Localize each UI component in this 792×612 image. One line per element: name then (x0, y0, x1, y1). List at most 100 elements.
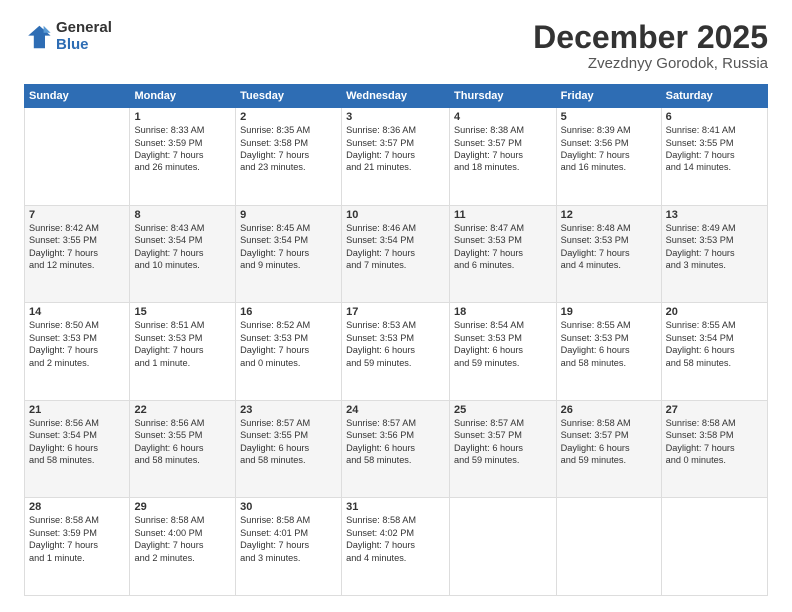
calendar-cell: 20Sunrise: 8:55 AMSunset: 3:54 PMDayligh… (661, 303, 767, 401)
calendar-cell: 23Sunrise: 8:57 AMSunset: 3:55 PMDayligh… (236, 400, 342, 498)
day-info: Sunrise: 8:48 AMSunset: 3:53 PMDaylight:… (561, 222, 657, 272)
day-info: Sunrise: 8:58 AMSunset: 4:02 PMDaylight:… (346, 514, 445, 564)
day-number: 19 (561, 306, 657, 318)
day-info: Sunrise: 8:41 AMSunset: 3:55 PMDaylight:… (666, 124, 763, 174)
day-info: Sunrise: 8:39 AMSunset: 3:56 PMDaylight:… (561, 124, 657, 174)
calendar-cell: 27Sunrise: 8:58 AMSunset: 3:58 PMDayligh… (661, 400, 767, 498)
day-info: Sunrise: 8:55 AMSunset: 3:54 PMDaylight:… (666, 319, 763, 369)
day-number: 10 (346, 209, 445, 221)
day-info: Sunrise: 8:53 AMSunset: 3:53 PMDaylight:… (346, 319, 445, 369)
calendar-cell: 14Sunrise: 8:50 AMSunset: 3:53 PMDayligh… (25, 303, 130, 401)
day-info: Sunrise: 8:55 AMSunset: 3:53 PMDaylight:… (561, 319, 657, 369)
logo-blue: Blue (56, 37, 112, 54)
day-info: Sunrise: 8:35 AMSunset: 3:58 PMDaylight:… (240, 124, 337, 174)
calendar-cell: 10Sunrise: 8:46 AMSunset: 3:54 PMDayligh… (342, 205, 450, 303)
calendar-cell: 4Sunrise: 8:38 AMSunset: 3:57 PMDaylight… (450, 108, 557, 206)
calendar-cell: 18Sunrise: 8:54 AMSunset: 3:53 PMDayligh… (450, 303, 557, 401)
calendar-cell: 25Sunrise: 8:57 AMSunset: 3:57 PMDayligh… (450, 400, 557, 498)
day-info: Sunrise: 8:57 AMSunset: 3:55 PMDaylight:… (240, 417, 337, 467)
day-number: 27 (666, 404, 763, 416)
calendar-cell: 5Sunrise: 8:39 AMSunset: 3:56 PMDaylight… (556, 108, 661, 206)
day-info: Sunrise: 8:58 AMSunset: 3:58 PMDaylight:… (666, 417, 763, 467)
day-info: Sunrise: 8:58 AMSunset: 3:59 PMDaylight:… (29, 514, 125, 564)
calendar-week-2: 7Sunrise: 8:42 AMSunset: 3:55 PMDaylight… (25, 205, 768, 303)
day-number: 1 (134, 111, 231, 123)
day-info: Sunrise: 8:47 AMSunset: 3:53 PMDaylight:… (454, 222, 552, 272)
day-info: Sunrise: 8:46 AMSunset: 3:54 PMDaylight:… (346, 222, 445, 272)
calendar-cell: 3Sunrise: 8:36 AMSunset: 3:57 PMDaylight… (342, 108, 450, 206)
calendar-cell: 17Sunrise: 8:53 AMSunset: 3:53 PMDayligh… (342, 303, 450, 401)
calendar-cell: 28Sunrise: 8:58 AMSunset: 3:59 PMDayligh… (25, 498, 130, 596)
day-number: 2 (240, 111, 337, 123)
logo-icon (24, 23, 52, 51)
calendar-cell: 21Sunrise: 8:56 AMSunset: 3:54 PMDayligh… (25, 400, 130, 498)
day-number: 22 (134, 404, 231, 416)
calendar-cell: 19Sunrise: 8:55 AMSunset: 3:53 PMDayligh… (556, 303, 661, 401)
calendar-cell: 30Sunrise: 8:58 AMSunset: 4:01 PMDayligh… (236, 498, 342, 596)
location-title: Zvezdnyy Gorodok, Russia (533, 55, 768, 72)
day-number: 23 (240, 404, 337, 416)
calendar-cell: 26Sunrise: 8:58 AMSunset: 3:57 PMDayligh… (556, 400, 661, 498)
day-info: Sunrise: 8:51 AMSunset: 3:53 PMDaylight:… (134, 319, 231, 369)
day-info: Sunrise: 8:43 AMSunset: 3:54 PMDaylight:… (134, 222, 231, 272)
calendar-table: SundayMondayTuesdayWednesdayThursdayFrid… (24, 84, 768, 596)
page: General Blue December 2025 Zvezdnyy Goro… (0, 0, 792, 612)
day-number: 14 (29, 306, 125, 318)
calendar-week-5: 28Sunrise: 8:58 AMSunset: 3:59 PMDayligh… (25, 498, 768, 596)
column-header-friday: Friday (556, 85, 661, 108)
day-info: Sunrise: 8:50 AMSunset: 3:53 PMDaylight:… (29, 319, 125, 369)
day-number: 6 (666, 111, 763, 123)
column-header-wednesday: Wednesday (342, 85, 450, 108)
day-number: 20 (666, 306, 763, 318)
day-info: Sunrise: 8:56 AMSunset: 3:54 PMDaylight:… (29, 417, 125, 467)
day-info: Sunrise: 8:58 AMSunset: 4:01 PMDaylight:… (240, 514, 337, 564)
column-header-thursday: Thursday (450, 85, 557, 108)
calendar-cell: 13Sunrise: 8:49 AMSunset: 3:53 PMDayligh… (661, 205, 767, 303)
day-number: 12 (561, 209, 657, 221)
day-number: 25 (454, 404, 552, 416)
calendar-cell: 29Sunrise: 8:58 AMSunset: 4:00 PMDayligh… (130, 498, 236, 596)
calendar-cell: 22Sunrise: 8:56 AMSunset: 3:55 PMDayligh… (130, 400, 236, 498)
calendar-cell: 9Sunrise: 8:45 AMSunset: 3:54 PMDaylight… (236, 205, 342, 303)
column-header-saturday: Saturday (661, 85, 767, 108)
day-number: 24 (346, 404, 445, 416)
month-title: December 2025 (533, 20, 768, 55)
day-number: 26 (561, 404, 657, 416)
calendar-cell: 12Sunrise: 8:48 AMSunset: 3:53 PMDayligh… (556, 205, 661, 303)
day-number: 18 (454, 306, 552, 318)
calendar-cell: 16Sunrise: 8:52 AMSunset: 3:53 PMDayligh… (236, 303, 342, 401)
header: General Blue December 2025 Zvezdnyy Goro… (24, 20, 768, 72)
calendar-cell: 7Sunrise: 8:42 AMSunset: 3:55 PMDaylight… (25, 205, 130, 303)
day-info: Sunrise: 8:33 AMSunset: 3:59 PMDaylight:… (134, 124, 231, 174)
day-number: 3 (346, 111, 445, 123)
calendar-cell: 6Sunrise: 8:41 AMSunset: 3:55 PMDaylight… (661, 108, 767, 206)
calendar-header-row: SundayMondayTuesdayWednesdayThursdayFrid… (25, 85, 768, 108)
day-info: Sunrise: 8:58 AMSunset: 4:00 PMDaylight:… (134, 514, 231, 564)
calendar-cell: 8Sunrise: 8:43 AMSunset: 3:54 PMDaylight… (130, 205, 236, 303)
calendar-cell: 1Sunrise: 8:33 AMSunset: 3:59 PMDaylight… (130, 108, 236, 206)
day-number: 28 (29, 501, 125, 513)
calendar-cell: 24Sunrise: 8:57 AMSunset: 3:56 PMDayligh… (342, 400, 450, 498)
calendar-cell (450, 498, 557, 596)
calendar-week-4: 21Sunrise: 8:56 AMSunset: 3:54 PMDayligh… (25, 400, 768, 498)
logo-general: General (56, 20, 112, 37)
day-info: Sunrise: 8:52 AMSunset: 3:53 PMDaylight:… (240, 319, 337, 369)
day-info: Sunrise: 8:56 AMSunset: 3:55 PMDaylight:… (134, 417, 231, 467)
calendar-week-3: 14Sunrise: 8:50 AMSunset: 3:53 PMDayligh… (25, 303, 768, 401)
day-number: 13 (666, 209, 763, 221)
day-info: Sunrise: 8:45 AMSunset: 3:54 PMDaylight:… (240, 222, 337, 272)
day-number: 30 (240, 501, 337, 513)
day-number: 8 (134, 209, 231, 221)
day-number: 16 (240, 306, 337, 318)
logo-text: General Blue (56, 20, 112, 53)
day-info: Sunrise: 8:57 AMSunset: 3:56 PMDaylight:… (346, 417, 445, 467)
day-number: 21 (29, 404, 125, 416)
day-number: 7 (29, 209, 125, 221)
day-info: Sunrise: 8:58 AMSunset: 3:57 PMDaylight:… (561, 417, 657, 467)
day-number: 15 (134, 306, 231, 318)
calendar-cell (556, 498, 661, 596)
calendar-cell: 15Sunrise: 8:51 AMSunset: 3:53 PMDayligh… (130, 303, 236, 401)
day-number: 9 (240, 209, 337, 221)
day-info: Sunrise: 8:54 AMSunset: 3:53 PMDaylight:… (454, 319, 552, 369)
day-number: 31 (346, 501, 445, 513)
